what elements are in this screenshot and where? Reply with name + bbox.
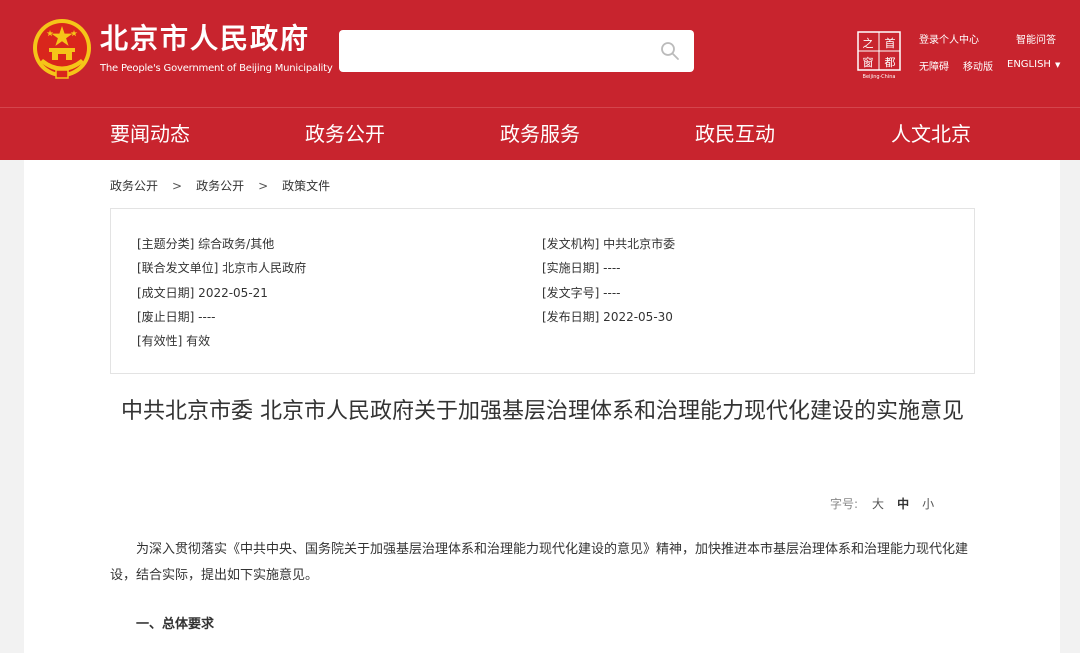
document-title: 中共北京市委 北京市人民政府关于加强基层治理体系和治理能力现代化建设的实施意见 (121, 399, 964, 424)
font-size-label: 字号: (830, 497, 859, 511)
search-icon[interactable] (659, 40, 681, 62)
site-logo-subtitle[interactable]: The People's Government of Beijing Munic… (100, 63, 333, 74)
meta-publish-date: [发布日期] 2022-05-30 (542, 310, 673, 324)
breadcrumb-separator: > (258, 179, 269, 193)
english-label: ENGLISH (1007, 59, 1051, 70)
english-link[interactable]: ENGLISH ▼ (1007, 59, 1060, 70)
font-size-switcher: 字号: 大中小 (830, 495, 947, 512)
capital-logo-char-4: 都 (885, 56, 896, 69)
meta-effective-date: [实施日期] ---- (542, 261, 621, 275)
breadcrumb-item-1[interactable]: 政务公开 (110, 179, 158, 193)
search-input[interactable] (339, 30, 694, 72)
site-header: 北京市人民政府 The People's Government of Beiji… (0, 0, 1080, 107)
section-heading: 一、总体要求 (136, 617, 215, 632)
meta-doc-number: [发文字号] ---- (542, 286, 621, 300)
meta-written-date: [成文日期] 2022-05-21 (137, 286, 268, 300)
meta-joint-issuer: [联合发文单位] 北京市人民政府 (137, 261, 307, 275)
nav-item-gov-affairs[interactable]: 政务公开 (305, 108, 385, 161)
national-emblem-icon[interactable] (32, 18, 92, 80)
document-meta-box: [主题分类] 综合政务/其他 [联合发文单位] 北京市人民政府 [成文日期] 2… (110, 208, 975, 374)
site-logo-title[interactable]: 北京市人民政府 (100, 22, 310, 56)
mobile-version-link[interactable]: 移动版 (963, 58, 993, 73)
smart-qa-link[interactable]: 智能问答 (1016, 31, 1056, 46)
main-nav: 要闻动态 政务公开 政务服务 政民互动 人文北京 (0, 107, 1080, 160)
meta-subject: [主题分类] 综合政务/其他 (137, 237, 275, 251)
breadcrumb-separator: > (172, 179, 183, 193)
capital-logo-char-3: 窗 (863, 55, 874, 69)
font-size-small-button[interactable]: 小 (922, 497, 934, 511)
meta-issuing-org: [发文机构] 中共北京市委 (542, 237, 676, 251)
capital-logo-en: Beijing·China (863, 74, 896, 80)
content-panel: 政务公开 > 政务公开 > 政策文件 [主题分类] 综合政务/其他 [联合发文单位] 北… (24, 160, 1060, 653)
font-size-large-button[interactable]: 大 (872, 497, 884, 511)
capital-window-logo[interactable]: 之 首 窗 都 Beijing·China (856, 30, 902, 80)
capital-logo-char-1: 之 (863, 36, 874, 50)
meta-abolish-date: [废止日期] ---- (137, 310, 216, 324)
login-link[interactable]: 登录个人中心 (919, 31, 979, 46)
meta-validity: [有效性] 有效 (137, 334, 211, 348)
intro-paragraph: 为深入贯彻落实《中共中央、国务院关于加强基层治理体系和治理能力现代化建设的意见》… (110, 542, 969, 583)
nav-item-services[interactable]: 政务服务 (500, 108, 580, 161)
nav-item-news[interactable]: 要闻动态 (110, 108, 190, 161)
nav-item-culture[interactable]: 人文北京 (891, 108, 971, 161)
nav-item-interaction[interactable]: 政民互动 (695, 108, 775, 161)
breadcrumb: 政务公开 > 政务公开 > 政策文件 (110, 177, 330, 194)
accessibility-link[interactable]: 无障碍 (919, 58, 949, 73)
capital-logo-char-2: 首 (885, 36, 896, 50)
font-size-medium-button[interactable]: 中 (897, 497, 909, 511)
breadcrumb-item-2[interactable]: 政务公开 (196, 179, 244, 193)
caret-down-icon: ▼ (1054, 61, 1061, 69)
breadcrumb-item-3[interactable]: 政策文件 (282, 179, 330, 193)
